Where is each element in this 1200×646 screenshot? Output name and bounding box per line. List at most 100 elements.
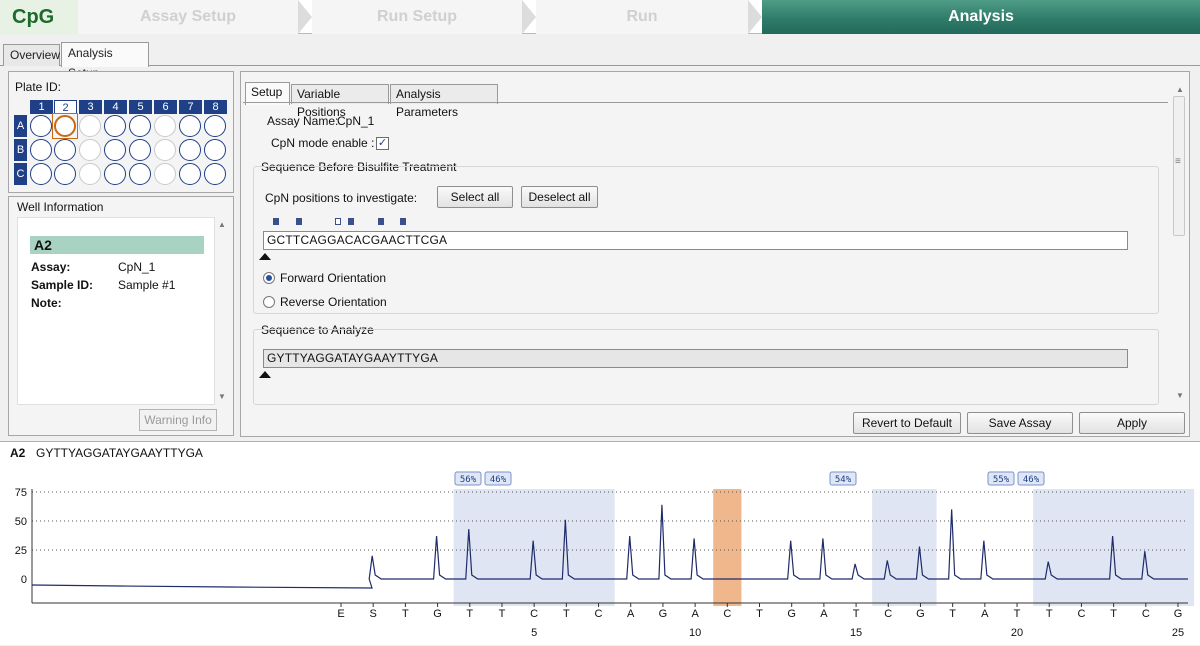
well-B8[interactable]: [204, 139, 226, 161]
forward-orientation-label[interactable]: Forward Orientation: [280, 271, 386, 285]
cpn-position-marker[interactable]: [348, 218, 354, 225]
x-tick-label: 10: [689, 627, 701, 639]
well-A5[interactable]: [129, 115, 151, 137]
dispensation-label: G: [787, 608, 796, 620]
well-A7[interactable]: [179, 115, 201, 137]
dispensation-label: S: [370, 608, 377, 620]
well-id: A2: [30, 236, 204, 254]
pyrogram-svg: 0 25 50 75 E S T G T T C T C A G A C T G A T C G T A T T C T C G 5 10 15 2…: [15, 471, 1195, 639]
plate-column-header[interactable]: 5: [129, 100, 152, 114]
scroll-up-icon[interactable]: ▲: [1173, 84, 1187, 96]
plate-column-header[interactable]: 4: [104, 100, 127, 114]
well-B6[interactable]: [154, 139, 176, 161]
well-information-panel: Well Information A2 Assay: CpN_1 Sample …: [8, 196, 234, 436]
well-C6[interactable]: [154, 163, 176, 185]
plate-column-header[interactable]: 8: [204, 100, 227, 114]
well-B5[interactable]: [129, 139, 151, 161]
well-A3[interactable]: [79, 115, 101, 137]
y-tick-label: 50: [15, 516, 27, 528]
well-A4[interactable]: [104, 115, 126, 137]
wizard-step-run-setup[interactable]: Run Setup: [312, 0, 522, 34]
dispensation-label: T: [499, 608, 506, 620]
cpn-position-marker[interactable]: [400, 218, 406, 225]
dispensation-label: C: [1142, 608, 1150, 620]
scroll-down-icon[interactable]: ▼: [215, 391, 229, 403]
wizard-step-analysis[interactable]: Analysis: [762, 0, 1200, 34]
assay-value: CpN_1: [118, 260, 156, 274]
warning-info-button[interactable]: Warning Info: [139, 409, 217, 431]
cpn-position-marker[interactable]: [273, 218, 279, 225]
assay-setup-panel: Setup Variable Positions Analysis Parame…: [240, 71, 1190, 437]
dispensation-label: A: [981, 608, 989, 620]
methylation-percent: 46%: [490, 475, 507, 485]
dispensation-label: T: [1046, 608, 1053, 620]
x-tick-label: 20: [1011, 627, 1023, 639]
plate-column-header[interactable]: 3: [79, 100, 102, 114]
well-C5[interactable]: [129, 163, 151, 185]
tab-variable-positions[interactable]: Variable Positions: [291, 84, 389, 119]
tab-analysis-parameters[interactable]: Analysis Parameters: [390, 84, 498, 119]
plate-column-header[interactable]: 2: [54, 100, 77, 114]
dispensation-label: C: [530, 608, 538, 620]
well-B7[interactable]: [179, 139, 201, 161]
sequence-to-analyze-field: GYTTYAGGATAYGAAYTTYGA: [263, 349, 1128, 368]
dispensation-label: T: [1110, 608, 1117, 620]
x-tick-label: 5: [531, 627, 537, 639]
plate-row-header[interactable]: C: [14, 163, 27, 185]
cpn-position-marker[interactable]: [378, 218, 384, 225]
sample-id-label: Sample ID:: [31, 278, 94, 292]
y-tick-label: 75: [15, 487, 27, 499]
well-B1[interactable]: [30, 139, 52, 161]
well-C3[interactable]: [79, 163, 101, 185]
well-B3[interactable]: [79, 139, 101, 161]
well-B2[interactable]: [54, 139, 76, 161]
sample-id-value: Sample #1: [118, 278, 176, 292]
well-C1[interactable]: [30, 163, 52, 185]
tab-overview[interactable]: Overview: [3, 44, 60, 66]
plate-row-header[interactable]: A: [14, 115, 27, 137]
deselect-all-button[interactable]: Deselect all: [521, 186, 598, 208]
methylation-percent: 54%: [835, 475, 852, 485]
dispensation-label: A: [691, 608, 699, 620]
cpn-position-marker[interactable]: [296, 218, 302, 225]
dispensation-label: T: [756, 608, 763, 620]
wizard-step-run[interactable]: Run: [536, 0, 748, 34]
warning-region: [713, 489, 742, 606]
reverse-orientation-label[interactable]: Reverse Orientation: [280, 295, 387, 309]
save-assay-button[interactable]: Save Assay: [967, 412, 1073, 434]
well-B4[interactable]: [104, 139, 126, 161]
apply-button[interactable]: Apply: [1079, 412, 1185, 434]
cpn-position-marker[interactable]: [335, 218, 341, 225]
well-A8[interactable]: [204, 115, 226, 137]
assay-name-value: CpN_1: [337, 114, 375, 128]
well-info-scrollbar[interactable]: ▲ ▼: [215, 217, 229, 405]
well-C4[interactable]: [104, 163, 126, 185]
plate-row-header[interactable]: B: [14, 139, 27, 161]
cpn-mode-checkbox[interactable]: ✓: [376, 137, 389, 150]
reverse-orientation-radio[interactable]: [263, 296, 275, 308]
highlight-region: [872, 489, 937, 606]
outer-tabbar: Overview Analysis Setup: [0, 36, 1200, 80]
select-all-button[interactable]: Select all: [437, 186, 513, 208]
sequence-before-input[interactable]: GCTTCAGGACACGAACTTCGA: [263, 231, 1128, 250]
selected-well-frame: [52, 113, 78, 139]
well-C8[interactable]: [204, 163, 226, 185]
scroll-down-icon[interactable]: ▼: [1173, 390, 1187, 402]
plate-column-header[interactable]: 1: [30, 100, 53, 114]
forward-orientation-radio[interactable]: [263, 272, 275, 284]
wizard-step-assay-setup[interactable]: Assay Setup: [78, 0, 298, 34]
well-A6[interactable]: [154, 115, 176, 137]
well-information-box: A2 Assay: CpN_1 Sample ID: Sample #1 Not…: [17, 217, 215, 405]
scroll-up-icon[interactable]: ▲: [215, 219, 229, 231]
dispensation-label: G: [433, 608, 442, 620]
plate-column-header[interactable]: 6: [154, 100, 177, 114]
wizard-arrow: [298, 0, 312, 34]
well-A1[interactable]: [30, 115, 52, 137]
dispensation-label: T: [1014, 608, 1021, 620]
well-C2[interactable]: [54, 163, 76, 185]
plate-column-header[interactable]: 7: [179, 100, 202, 114]
revert-to-default-button[interactable]: Revert to Default: [853, 412, 961, 434]
dispensation-label: T: [949, 608, 956, 620]
well-C7[interactable]: [179, 163, 201, 185]
tab-analysis-setup[interactable]: Analysis Setup: [61, 42, 149, 80]
